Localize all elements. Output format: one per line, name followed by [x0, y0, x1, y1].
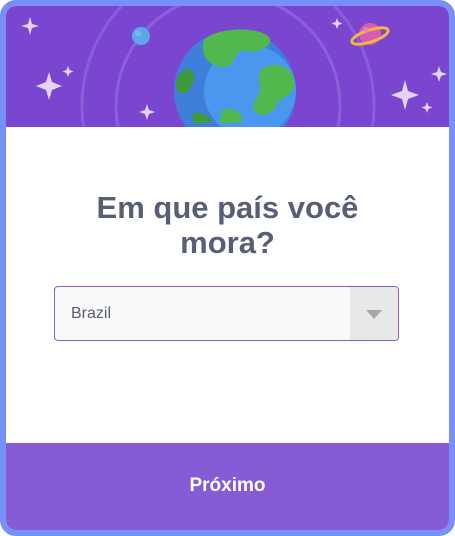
planet-icon [350, 23, 390, 46]
dialog-body: Em que país você mora? Brazil [6, 127, 449, 443]
country-select[interactable]: Brazil [54, 286, 399, 341]
header-illustration [6, 6, 449, 127]
country-select-value: Brazil [71, 305, 112, 322]
question-title: Em que país você mora? [96, 190, 359, 260]
chevron-down-icon [366, 310, 382, 319]
dropdown-toggle[interactable] [350, 287, 398, 340]
globe-icon [174, 29, 296, 127]
next-button[interactable]: Próximo [6, 443, 449, 530]
next-button-label: Próximo [189, 474, 266, 496]
moon-icon [132, 27, 150, 45]
country-dialog: Em que país você mora? Brazil Próximo [0, 0, 455, 536]
